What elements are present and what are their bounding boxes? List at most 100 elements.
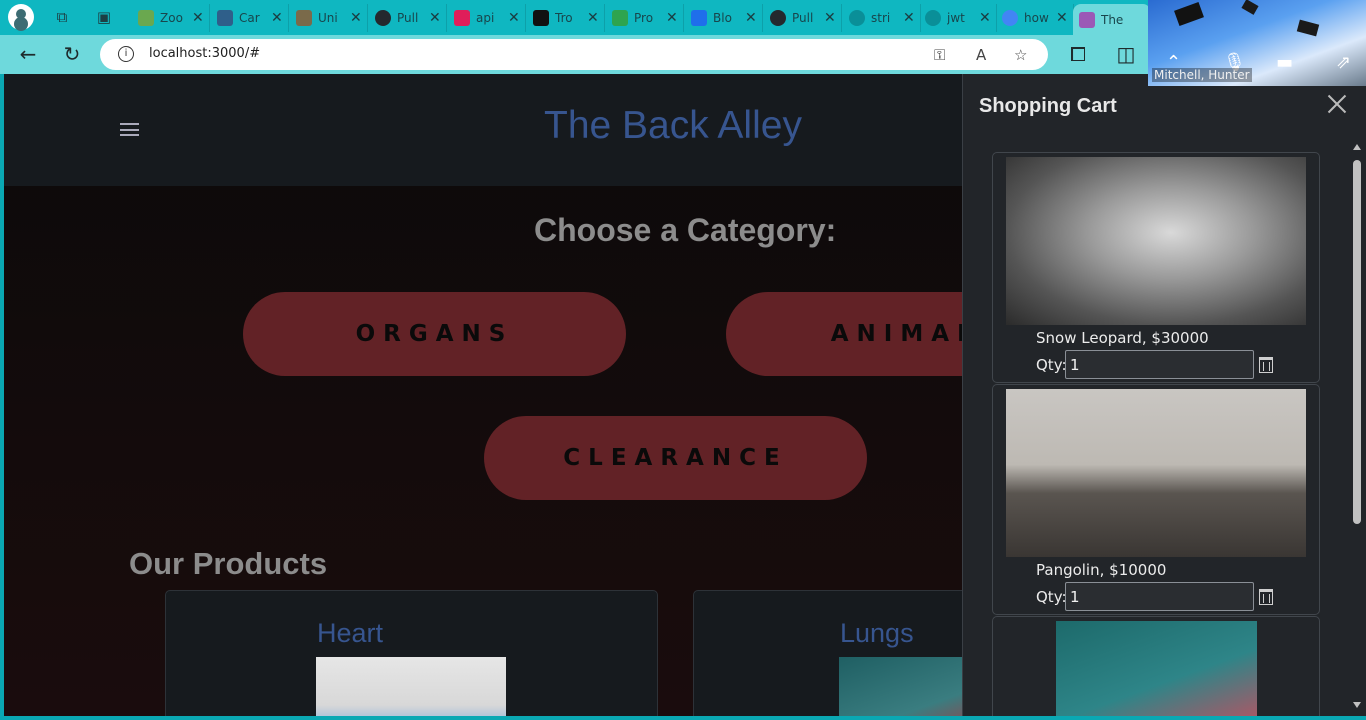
tab-title: api (476, 11, 495, 25)
product-card[interactable]: Heart (165, 590, 658, 716)
shopping-cart-panel: Shopping Cart Snow Leopard, $30000 Qty: … (962, 74, 1366, 716)
cart-title: Shopping Cart (979, 95, 1117, 117)
tab-title: Pro (634, 11, 654, 25)
tab-title: Uni (318, 11, 338, 25)
tab-close-icon[interactable]: ✕ (587, 10, 599, 26)
tab-favicon-icon (925, 10, 941, 26)
tab-close-icon[interactable]: ✕ (666, 10, 678, 26)
popout-icon[interactable]: ⇗ (1336, 52, 1351, 73)
cart-item-image (1006, 389, 1306, 557)
tab-favicon-icon (217, 10, 233, 26)
browser-tab[interactable]: Pull ✕ (369, 4, 447, 32)
site-info-icon[interactable]: i (118, 46, 134, 62)
address-bar[interactable]: i localhost:3000/# ⚿ A ☆ (100, 39, 1048, 70)
workspaces-icon[interactable]: ⧉ (52, 7, 72, 27)
category-button-label: ORGANS (355, 321, 514, 347)
hamburger-menu-icon[interactable] (120, 123, 139, 136)
extensions-icon[interactable]: ⧠ (1066, 43, 1090, 67)
browser-tab[interactable]: Tro ✕ (527, 4, 605, 32)
tab-close-icon[interactable]: ✕ (1056, 10, 1068, 26)
tab-title: Blo (713, 11, 732, 25)
cart-item-image (1056, 621, 1257, 716)
tab-favicon-icon (296, 10, 312, 26)
qty-label: Qty: (1036, 356, 1067, 374)
back-arrow-icon[interactable]: ← (16, 43, 40, 67)
tab-title: stri (871, 11, 891, 25)
browser-tab-active[interactable]: The (1073, 4, 1151, 35)
caller-name: Mitchell, Hunter (1152, 68, 1252, 82)
tab-favicon-icon (1079, 11, 1095, 28)
tab-close-icon[interactable]: ✕ (903, 10, 915, 26)
trash-icon[interactable] (1259, 589, 1273, 605)
tab-title: Zoo (160, 11, 183, 25)
category-button-label: CLEARANCE (563, 445, 788, 471)
read-aloud-icon[interactable]: A (976, 46, 986, 64)
browser-tab[interactable]: Uni ✕ (290, 4, 368, 32)
browser-tab[interactable]: jwt ✕ (919, 4, 997, 32)
qty-input[interactable] (1065, 350, 1254, 379)
cart-item: Snow Leopard, $30000 Qty: (992, 152, 1320, 383)
cart-item-name: Pangolin, $10000 (1036, 561, 1167, 579)
scroll-down-arrow-icon[interactable] (1353, 702, 1361, 708)
tab-title: Tro (555, 11, 573, 25)
cart-scrollbar[interactable] (1350, 140, 1364, 714)
cart-item-name: Snow Leopard, $30000 (1036, 329, 1209, 347)
browser-tab[interactable]: Zoo ✕ (132, 4, 210, 32)
url-text: localhost:3000/# (149, 46, 261, 61)
product-name[interactable]: Heart (317, 618, 383, 649)
graduation-cap-shape (1296, 19, 1320, 37)
tab-close-icon[interactable]: ✕ (824, 10, 836, 26)
camera-icon[interactable]: ▬ (1276, 52, 1293, 73)
cart-item: Pangolin, $10000 Qty: (992, 384, 1320, 615)
tab-favicon-icon (849, 10, 865, 26)
cart-item-image (1006, 157, 1306, 325)
tab-close-icon[interactable]: ✕ (350, 10, 362, 26)
browser-tab[interactable]: Car ✕ (211, 4, 289, 32)
tab-favicon-icon (691, 10, 707, 26)
tab-close-icon[interactable]: ✕ (745, 10, 757, 26)
trash-icon[interactable] (1259, 357, 1273, 373)
scroll-up-arrow-icon[interactable] (1353, 144, 1361, 150)
tab-favicon-icon (770, 10, 786, 26)
scrollbar-thumb[interactable] (1353, 160, 1361, 524)
tab-close-icon[interactable]: ✕ (979, 10, 991, 26)
refresh-icon[interactable]: ↻ (60, 43, 84, 67)
browser-tab[interactable]: stri ✕ (843, 4, 921, 32)
tab-title: Pull (397, 11, 419, 25)
close-icon[interactable] (1325, 92, 1349, 116)
tab-actions-icon[interactable]: ▣ (94, 7, 114, 27)
profile-icon[interactable] (8, 4, 34, 30)
tab-favicon-icon (1002, 10, 1018, 26)
browser-tab[interactable]: Blo ✕ (685, 4, 763, 32)
tab-title: Car (239, 11, 260, 25)
browser-tab[interactable]: Pull ✕ (764, 4, 842, 32)
tab-favicon-icon (533, 10, 549, 26)
category-heading: Choose a Category: (534, 212, 837, 248)
browser-tab[interactable]: Pro ✕ (606, 4, 684, 32)
tab-close-icon[interactable]: ✕ (508, 10, 520, 26)
video-call-thumbnail[interactable]: ⌃ 🎙 ▬ ⇗ Mitchell, Hunter (1148, 0, 1366, 86)
tab-close-icon[interactable]: ✕ (192, 10, 204, 26)
graduation-cap-shape (1174, 2, 1204, 26)
tab-title: how (1024, 11, 1049, 25)
qty-input[interactable] (1065, 582, 1254, 611)
category-button-organs[interactable]: ORGANS (243, 292, 626, 376)
category-button-clearance[interactable]: CLEARANCE (484, 416, 867, 500)
product-image[interactable] (316, 657, 506, 716)
product-name[interactable]: Lungs (840, 618, 914, 649)
cart-item (992, 616, 1320, 716)
tab-favicon-icon (375, 10, 391, 26)
tab-close-icon[interactable]: ✕ (271, 10, 283, 26)
password-key-icon[interactable]: ⚿ (934, 46, 945, 64)
tab-favicon-icon (454, 10, 470, 26)
favorite-star-icon[interactable]: ☆ (1014, 46, 1027, 64)
site-title[interactable]: The Back Alley (544, 104, 802, 148)
tab-close-icon[interactable]: ✕ (429, 10, 441, 26)
browser-tab[interactable]: how ✕ (996, 4, 1074, 32)
product-card[interactable]: Lungs (693, 590, 993, 716)
qty-label: Qty: (1036, 588, 1067, 606)
browser-tab[interactable]: api ✕ (448, 4, 526, 32)
split-screen-icon[interactable]: ◫ (1114, 43, 1138, 67)
tab-title: The (1101, 12, 1124, 27)
graduation-cap-shape (1241, 0, 1259, 15)
